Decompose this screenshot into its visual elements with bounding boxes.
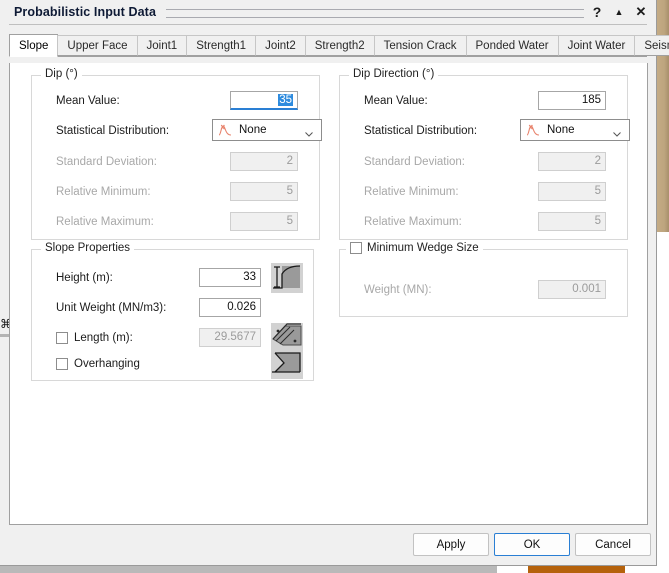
dipdir-distribution-label: Statistical Distribution:: [364, 125, 477, 137]
dip-distribution-combo[interactable]: None: [212, 119, 322, 141]
close-icon[interactable]: ✕: [632, 2, 650, 22]
slope-height-input[interactable]: 33: [199, 268, 261, 287]
dipdir-relmax-label: Relative Maximum:: [364, 216, 462, 228]
tab-slope[interactable]: Slope: [9, 34, 58, 57]
dipdir-stddev-label: Standard Deviation:: [364, 156, 465, 168]
slope-unit-weight-label: Unit Weight (MN/m3):: [56, 302, 166, 314]
tab-upper-face[interactable]: Upper Face: [57, 35, 137, 56]
dip-relmin-label: Relative Minimum:: [56, 186, 151, 198]
help-icon[interactable]: ?: [588, 2, 606, 22]
dip-direction-group-title: Dip Direction (°): [349, 68, 438, 80]
apply-button[interactable]: Apply: [413, 533, 489, 556]
dipdir-relmax-input: 5: [538, 212, 606, 231]
tab-joint-water[interactable]: Joint Water: [558, 35, 636, 56]
dip-relmax-label: Relative Maximum:: [56, 216, 154, 228]
slope-overhanging-label: Overhanging: [74, 358, 140, 370]
dip-mean-label: Mean Value:: [56, 95, 120, 107]
tabstrip: Slope Upper Face Joint1 Strength1 Joint2…: [9, 33, 647, 57]
cancel-button[interactable]: Cancel: [575, 533, 651, 556]
edge-line-artifact: [0, 334, 9, 337]
dipdir-relmin-input: 5: [538, 182, 606, 201]
dip-direction-group: Dip Direction (°) Mean Value: 185 Statis…: [339, 75, 628, 240]
dip-distribution-value: None: [239, 124, 267, 136]
dipdir-mean-label: Mean Value:: [364, 95, 428, 107]
slope-length-input: 29.5677: [199, 328, 261, 347]
dipdir-mean-input[interactable]: 185: [538, 91, 606, 110]
probabilistic-input-data-dialog: Probabilistic Input Data ? ▲ ✕ Slope Upp…: [0, 0, 657, 566]
dip-group: Dip (°) Mean Value: 35 Statistical Distr…: [31, 75, 320, 240]
dip-stddev-input: 2: [230, 152, 298, 171]
minimum-wedge-weight-label: Weight (MN):: [364, 284, 432, 296]
tab-joint2[interactable]: Joint2: [255, 35, 306, 56]
titlebar-rule: [166, 9, 584, 18]
tab-strength2[interactable]: Strength2: [305, 35, 375, 56]
slope-length-checkbox[interactable]: [56, 332, 68, 344]
dipdir-distribution-combo[interactable]: None: [520, 119, 630, 141]
dip-mean-input[interactable]: 35: [230, 91, 298, 110]
tab-seismic[interactable]: Seismic: [634, 35, 669, 56]
slope-properties-group: Slope Properties Height (m): 33 Unit Wei…: [31, 249, 314, 381]
rollup-icon[interactable]: ▲: [610, 2, 628, 22]
dialog-titlebar: Probabilistic Input Data ? ▲ ✕: [0, 0, 656, 24]
dialog-title: Probabilistic Input Data: [14, 5, 156, 19]
dip-mean-value: 35: [278, 94, 293, 106]
edge-glyph-artifact: ⌘: [0, 318, 9, 334]
desktop-bottom-strip: [0, 566, 669, 573]
slope-height-label: Height (m):: [56, 272, 113, 284]
chevron-down-icon: [613, 128, 621, 133]
slope-length-diagram-icon[interactable]: [271, 323, 303, 351]
dip-distribution-label: Statistical Distribution:: [56, 125, 169, 137]
slope-properties-group-title: Slope Properties: [41, 242, 134, 254]
dialog-button-bar: Apply OK Cancel: [0, 533, 657, 559]
minimum-wedge-size-group-title: Minimum Wedge Size: [346, 242, 483, 254]
dipdir-relmin-label: Relative Minimum:: [364, 186, 459, 198]
minimum-wedge-size-label: Minimum Wedge Size: [367, 242, 479, 254]
minimum-wedge-weight-input: 0.001: [538, 280, 606, 299]
dipdir-distribution-value: None: [547, 124, 575, 136]
slope-length-label: Length (m):: [74, 332, 133, 344]
distribution-curve-icon: [526, 124, 540, 136]
slope-overhanging-diagram-icon[interactable]: [271, 351, 303, 379]
ok-button[interactable]: OK: [494, 533, 570, 556]
dip-relmin-input: 5: [230, 182, 298, 201]
dipdir-stddev-input: 2: [538, 152, 606, 171]
minimum-wedge-size-checkbox[interactable]: [350, 242, 362, 254]
tab-tension-crack[interactable]: Tension Crack: [374, 35, 467, 56]
slope-height-diagram-icon[interactable]: [271, 263, 303, 293]
titlebar-separator: [9, 24, 647, 27]
dip-relmax-input: 5: [230, 212, 298, 231]
tab-strength1[interactable]: Strength1: [186, 35, 256, 56]
chevron-down-icon: [305, 128, 313, 133]
dip-group-title: Dip (°): [41, 68, 82, 80]
slope-unit-weight-input[interactable]: 0.026: [199, 298, 261, 317]
dip-stddev-label: Standard Deviation:: [56, 156, 157, 168]
slope-tab-panel: Dip (°) Mean Value: 35 Statistical Distr…: [9, 63, 648, 525]
tab-joint1[interactable]: Joint1: [137, 35, 188, 56]
minimum-wedge-size-group: Minimum Wedge Size Weight (MN): 0.001: [339, 249, 628, 317]
tab-ponded-water[interactable]: Ponded Water: [466, 35, 559, 56]
distribution-curve-icon: [218, 124, 232, 136]
slope-overhanging-checkbox[interactable]: [56, 358, 68, 370]
